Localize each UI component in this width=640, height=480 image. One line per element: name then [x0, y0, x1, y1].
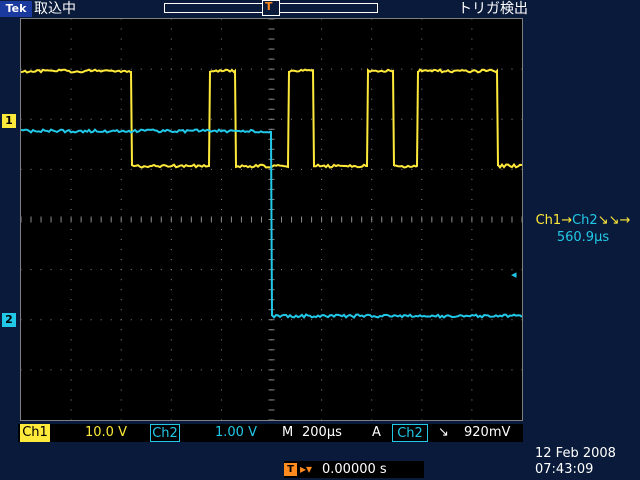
meas-target: Ch2 [572, 213, 598, 228]
horizontal-position[interactable]: T ▸▾ 0.00000 s [284, 461, 424, 478]
timebase-prefix: M [282, 424, 293, 442]
delay-measurement: Ch1→Ch2↘↘→ 560.9µs [528, 212, 638, 246]
trigger-level-marker-icon[interactable]: ◂ [511, 268, 517, 281]
timebase-value: 200µs [302, 424, 342, 442]
date: 12 Feb 2008 [535, 446, 616, 462]
ch2-waveform [21, 130, 522, 318]
ch1-marker-icon[interactable]: 1 [2, 114, 16, 128]
time: 07:43:09 [535, 462, 593, 478]
trigger-status: トリガ検出 [458, 0, 528, 18]
tek-logo: Tek [0, 1, 32, 17]
trigger-prefix: A [372, 424, 381, 442]
ch1-scale: 10.0 V [56, 424, 156, 442]
graticule [20, 18, 523, 421]
meas-arrow: → [561, 213, 572, 228]
position-arrow-icon: ▸▾ [300, 461, 312, 478]
trigger-source[interactable]: Ch2 [392, 424, 428, 442]
acquisition-status: 取込中 [34, 0, 76, 18]
ch2-scale: 1.00 V [186, 424, 286, 442]
trigger-position-icon: T [284, 463, 297, 476]
position-value: 0.00000 s [322, 461, 387, 478]
waveform-display [21, 19, 522, 420]
trigger-slope-icon: ↘ [438, 424, 449, 442]
trigger-level: 920mV [464, 424, 510, 442]
ch2-label[interactable]: Ch2 [150, 424, 180, 442]
settings-bar: Ch1 10.0 V Ch2 1.00 V M 200µs A Ch2 ↘ 92… [18, 424, 523, 442]
trigger-position-top-icon: T [265, 0, 273, 13]
meas-source: Ch1 [536, 213, 562, 228]
meas-value: 560.9µs [528, 229, 638, 246]
top-status-bar: Tek 取込中 T トリガ検出 [0, 0, 640, 18]
ch1-label[interactable]: Ch1 [20, 424, 50, 442]
meas-edge-icon: ↘↘→ [598, 213, 631, 228]
ch2-marker-icon[interactable]: 2 [2, 313, 16, 327]
